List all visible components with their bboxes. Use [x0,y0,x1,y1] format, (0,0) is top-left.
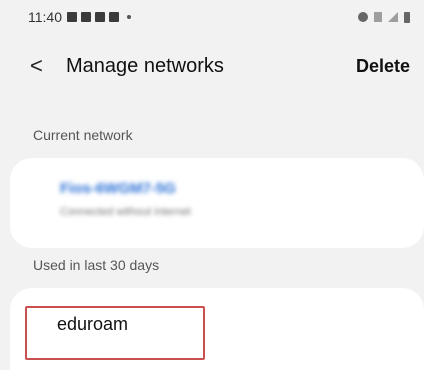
app-bar: < Manage networks Delete [0,46,424,86]
notification-icons [67,12,131,22]
status-right [358,11,410,23]
status-bar: 11:40 [0,0,424,34]
current-network-status: Connected without internet [60,206,191,218]
signal-icon [388,12,398,22]
flipboard-icon [109,12,119,22]
current-network-name: Fios-6WGM7-5G [60,180,176,197]
back-button[interactable]: < [30,55,58,77]
flipboard-icon [81,12,91,22]
current-network-card[interactable]: Fios-6WGM7-5G Connected without internet [10,158,424,248]
picture-notification-icon [67,12,77,22]
delete-button[interactable]: Delete [356,56,410,77]
status-left: 11:40 [28,9,131,25]
page-title: Manage networks [66,54,224,77]
battery-icon [404,11,410,23]
wifi-icon [374,12,382,22]
alarm-icon [358,12,368,22]
used-networks-label: Used in last 30 days [33,257,160,273]
status-time: 11:40 [28,9,62,25]
network-item-eduroam[interactable]: eduroam [57,314,128,335]
more-notifications-dot [127,15,131,19]
current-network-label: Current network [33,127,133,143]
flipboard-icon [95,12,105,22]
